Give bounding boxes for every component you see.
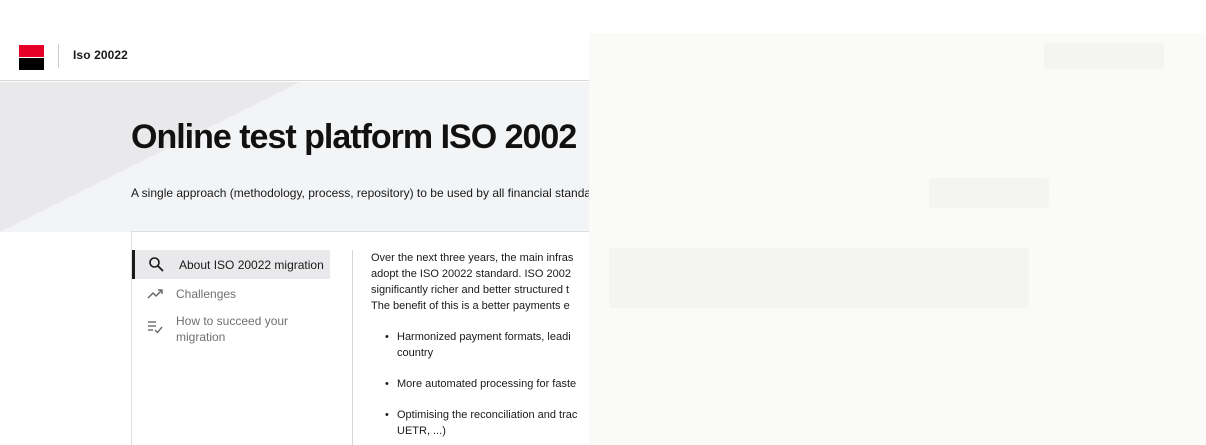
checklist-icon [148,321,163,334]
redacted-overlay [589,33,1206,445]
app-title[interactable]: Iso 20022 [73,48,128,62]
trending-up-icon [147,289,163,299]
content-divider [352,250,353,445]
redacted-block [609,248,1029,308]
redacted-block [1044,43,1164,69]
hero-diagonal-decoration [0,82,300,232]
redacted-block [929,178,1049,208]
sidebar-item-label: Challenges [176,287,237,301]
search-icon [149,257,164,272]
sidebar-item-label: migration [176,330,226,344]
sidebar-item-how-to-succeed[interactable]: How to succeed your migration [132,312,330,346]
sidebar-item-about[interactable]: About ISO 20022 migration [132,250,330,279]
sidebar-item-label: How to succeed your [176,314,289,328]
header-divider [58,44,59,68]
logo-black-block [19,58,44,70]
sidebar-item-label: About ISO 20022 migration [179,258,324,272]
page-subtitle: A single approach (methodology, process,… [131,186,596,200]
logo-red-block [19,45,44,57]
brand-logo[interactable] [19,45,44,70]
page-title: Online test platform ISO 2002 [131,118,577,156]
sidebar-item-challenges[interactable]: Challenges [132,283,330,305]
